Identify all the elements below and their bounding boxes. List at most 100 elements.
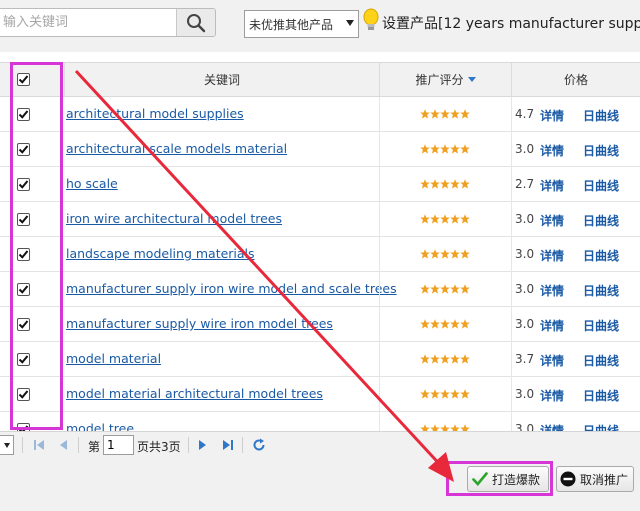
detail-link[interactable]: 详情	[540, 177, 564, 194]
detail-link[interactable]: 详情	[540, 142, 564, 159]
daily-curve-link[interactable]: 日曲线	[583, 177, 619, 194]
product-filter-select[interactable]: 未优推其他产品	[244, 10, 359, 38]
row-checkbox[interactable]	[17, 143, 30, 156]
star-icon	[430, 179, 440, 189]
score-stars	[420, 179, 470, 189]
row-checkbox[interactable]	[17, 388, 30, 401]
star-icon	[450, 319, 460, 329]
checkmark-icon	[18, 355, 29, 364]
star-icon	[460, 284, 470, 294]
table-row: iron wire architectural model trees 3.0 …	[0, 202, 640, 237]
detail-link[interactable]: 详情	[540, 282, 564, 299]
search-input[interactable]	[0, 9, 179, 36]
detail-link[interactable]: 详情	[540, 212, 564, 229]
daily-curve-link[interactable]: 日曲线	[583, 282, 619, 299]
daily-curve-link[interactable]: 日曲线	[583, 107, 619, 124]
first-page-icon[interactable]	[33, 438, 45, 452]
make-hot-button[interactable]: 打造爆款	[467, 466, 549, 492]
product-hint-text: 设置产品[12 years manufacturer supply	[382, 16, 640, 32]
star-icon	[460, 354, 470, 364]
daily-curve-link[interactable]: 日曲线	[583, 352, 619, 369]
keyword-link[interactable]: architectural scale models material	[66, 141, 287, 156]
table-header: 关键词 推广评分 价格	[0, 62, 640, 97]
price-value: 3.0	[515, 422, 535, 431]
refresh-icon[interactable]	[252, 438, 266, 452]
star-icon	[440, 249, 450, 259]
keyword-link[interactable]: model tree	[66, 421, 134, 431]
star-icon	[440, 354, 450, 364]
detail-link[interactable]: 详情	[540, 107, 564, 124]
score-stars	[420, 144, 470, 154]
row-checkbox[interactable]	[17, 248, 30, 261]
keyword-link[interactable]: iron wire architectural model trees	[66, 211, 282, 226]
column-header-score[interactable]: 推广评分	[379, 63, 511, 96]
row-checkbox[interactable]	[17, 353, 30, 366]
last-page-icon[interactable]	[222, 438, 234, 452]
next-page-icon[interactable]	[198, 438, 208, 452]
score-stars	[420, 109, 470, 119]
keyword-link[interactable]: landscape modeling materials	[66, 246, 255, 261]
star-icon	[430, 424, 440, 431]
select-all-checkbox[interactable]	[17, 73, 30, 86]
detail-link[interactable]: 详情	[540, 317, 564, 334]
daily-curve-link[interactable]: 日曲线	[583, 422, 619, 431]
star-icon	[420, 424, 430, 431]
detail-link[interactable]: 详情	[540, 352, 564, 369]
keyword-link[interactable]: model material	[66, 351, 161, 366]
keyword-link[interactable]: model material architectural model trees	[66, 386, 323, 401]
keyword-link[interactable]: architectural model supplies	[66, 106, 244, 121]
daily-curve-link[interactable]: 日曲线	[583, 387, 619, 404]
search-button[interactable]	[176, 9, 215, 36]
checkmark-icon	[18, 180, 29, 189]
star-icon	[420, 144, 430, 154]
star-icon	[420, 284, 430, 294]
score-stars	[420, 389, 470, 399]
price-value: 3.0	[515, 282, 535, 296]
star-icon	[440, 424, 450, 431]
star-icon	[450, 354, 460, 364]
daily-curve-link[interactable]: 日曲线	[583, 317, 619, 334]
star-icon	[460, 179, 470, 189]
row-checkbox[interactable]	[17, 108, 30, 121]
cancel-promotion-button[interactable]: 取消推广	[556, 466, 634, 492]
row-checkbox[interactable]	[17, 423, 30, 431]
star-icon	[420, 179, 430, 189]
star-icon	[420, 354, 430, 364]
page-size-select[interactable]	[0, 435, 14, 455]
detail-link[interactable]: 详情	[540, 422, 564, 431]
sort-desc-icon	[467, 77, 476, 82]
row-checkbox[interactable]	[17, 318, 30, 331]
keyword-link[interactable]: manufacturer supply wire iron model tree…	[66, 316, 333, 331]
prev-page-icon[interactable]	[58, 438, 68, 452]
detail-link[interactable]: 详情	[540, 247, 564, 264]
lightbulb-icon	[363, 8, 379, 30]
table-row: landscape modeling materials 3.0 详情 日曲线	[0, 237, 640, 272]
star-icon	[430, 144, 440, 154]
daily-curve-link[interactable]: 日曲线	[583, 212, 619, 229]
table-row: manufacturer supply iron wire model and …	[0, 272, 640, 307]
star-icon	[460, 389, 470, 399]
keyword-link[interactable]: ho scale	[66, 176, 118, 191]
score-stars	[420, 284, 470, 294]
star-icon	[420, 109, 430, 119]
star-icon	[440, 319, 450, 329]
keyword-link[interactable]: manufacturer supply iron wire model and …	[66, 281, 397, 296]
row-checkbox[interactable]	[17, 213, 30, 226]
score-stars	[420, 424, 470, 431]
page-number-input[interactable]	[103, 435, 134, 455]
star-icon	[450, 284, 460, 294]
star-icon	[440, 284, 450, 294]
daily-curve-link[interactable]: 日曲线	[583, 247, 619, 264]
detail-link[interactable]: 详情	[540, 387, 564, 404]
star-icon	[430, 284, 440, 294]
star-icon	[460, 144, 470, 154]
price-value: 3.0	[515, 212, 535, 226]
star-icon	[430, 249, 440, 259]
row-checkbox[interactable]	[17, 283, 30, 296]
page-total-text: 页共3页	[137, 440, 181, 454]
daily-curve-link[interactable]: 日曲线	[583, 142, 619, 159]
star-icon	[460, 109, 470, 119]
table-row: model material architectural model trees…	[0, 377, 640, 412]
row-checkbox[interactable]	[17, 178, 30, 191]
search-box	[0, 8, 216, 37]
